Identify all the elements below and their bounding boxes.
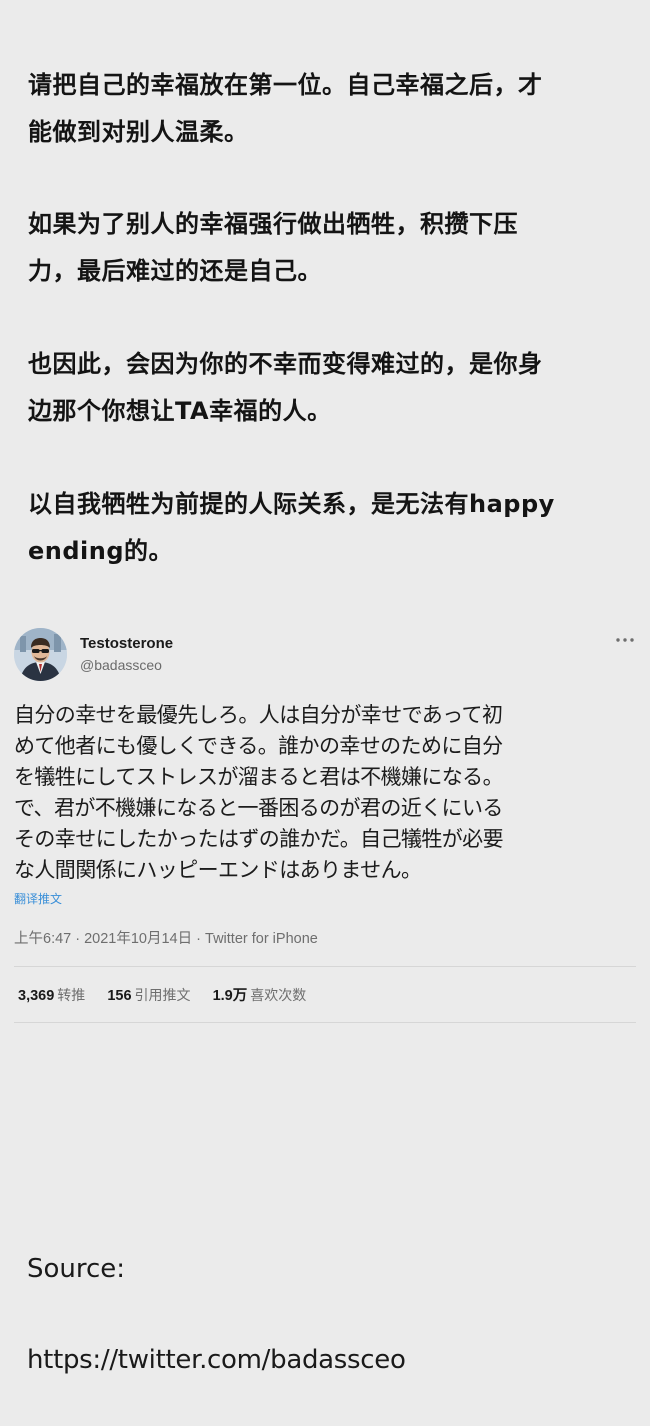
translate-tweet-link[interactable]: 翻译推文 [14, 890, 62, 907]
quote-paragraph-3: 也因此，会因为你的不幸而变得难过的，是你身 边那个你想让TA幸福的人。 [28, 341, 628, 435]
quote-paragraph-2: 如果为了别人的幸福强行做出牺牲，积攒下压 力，最后难过的还是自己。 [28, 201, 628, 295]
quote-line: 边那个你想让TA幸福的人。 [28, 397, 332, 425]
tweet-header: Testosterone @badassceo [14, 628, 636, 684]
tweet-text-line: な人間関係にハッピーエンドはありません。 [14, 858, 422, 882]
divider [14, 966, 636, 967]
quote-line: 请把自己的幸福放在第一位。自己幸福之后，才 [28, 71, 543, 99]
likes-number: 1.9万 [212, 988, 248, 1004]
likes-count[interactable]: 1.9万 喜欢次数 [213, 984, 307, 1005]
quote-line: 如果为了别人的幸福强行做出牺牲，积攒下压 [28, 210, 518, 238]
quote-tweets-label: 引用推文 [134, 988, 191, 1004]
more-dots-icon[interactable] [614, 632, 636, 648]
quote-line: 以自我牺牲为前提的人际关系，是无法有happy [28, 490, 555, 518]
tweet-text-line: で、君が不機嫌になると一番困るのが君の近くにいる [14, 796, 503, 820]
quote-line: 也因此，会因为你的不幸而变得难过的，是你身 [28, 350, 543, 378]
source-url-link[interactable]: https://twitter.com/badassceo [27, 1345, 406, 1375]
tweet-stats: 3,369 转推 156 引用推文 1.9万 喜欢次数 [18, 984, 324, 1005]
quote-line: 力，最后难过的还是自己。 [28, 257, 322, 285]
tweet-text-line: を犠牲にしてストレスが溜まると君は不機嫌になる。 [14, 765, 504, 789]
tweet-text-line: めて他者にも優しくできる。誰かの幸せのために自分 [14, 734, 503, 758]
tweet-text: 自分の幸せを最優先しろ。人は自分が幸せであって初 めて他者にも優しくできる。誰か… [14, 700, 636, 886]
quote-paragraph-1: 请把自己的幸福放在第一位。自己幸福之后，才 能做到对别人温柔。 [28, 62, 628, 156]
tweet-text-line: その幸せにしたかったはずの誰かだ。自己犠牲が必要 [14, 827, 504, 851]
quote-tweets-count[interactable]: 156 引用推文 [107, 985, 190, 1005]
avatar[interactable] [14, 628, 67, 681]
tweet-timestamp[interactable]: 上午6:47 · 2021年10月14日 · Twitter for iPhon… [14, 927, 318, 948]
quote-tweets-number: 156 [107, 988, 132, 1004]
tweet-text-line: 自分の幸せを最優先しろ。人は自分が幸せであって初 [14, 703, 503, 727]
divider [14, 1022, 636, 1023]
quote-line: 能做到对别人温柔。 [28, 118, 249, 146]
profile-avatar-icon [14, 628, 67, 681]
author-name[interactable]: Testosterone [80, 635, 173, 652]
quote-paragraph-4: 以自我牺牲为前提的人际关系，是无法有happy ending的。 [28, 481, 628, 575]
retweets-label: 转推 [57, 988, 86, 1004]
retweets-count[interactable]: 3,369 转推 [18, 985, 85, 1005]
author-handle[interactable]: @badassceo [80, 657, 162, 673]
retweets-number: 3,369 [18, 988, 55, 1004]
likes-label: 喜欢次数 [250, 988, 307, 1004]
source-label: Source: [27, 1254, 126, 1284]
quote-line: ending的。 [28, 537, 174, 565]
